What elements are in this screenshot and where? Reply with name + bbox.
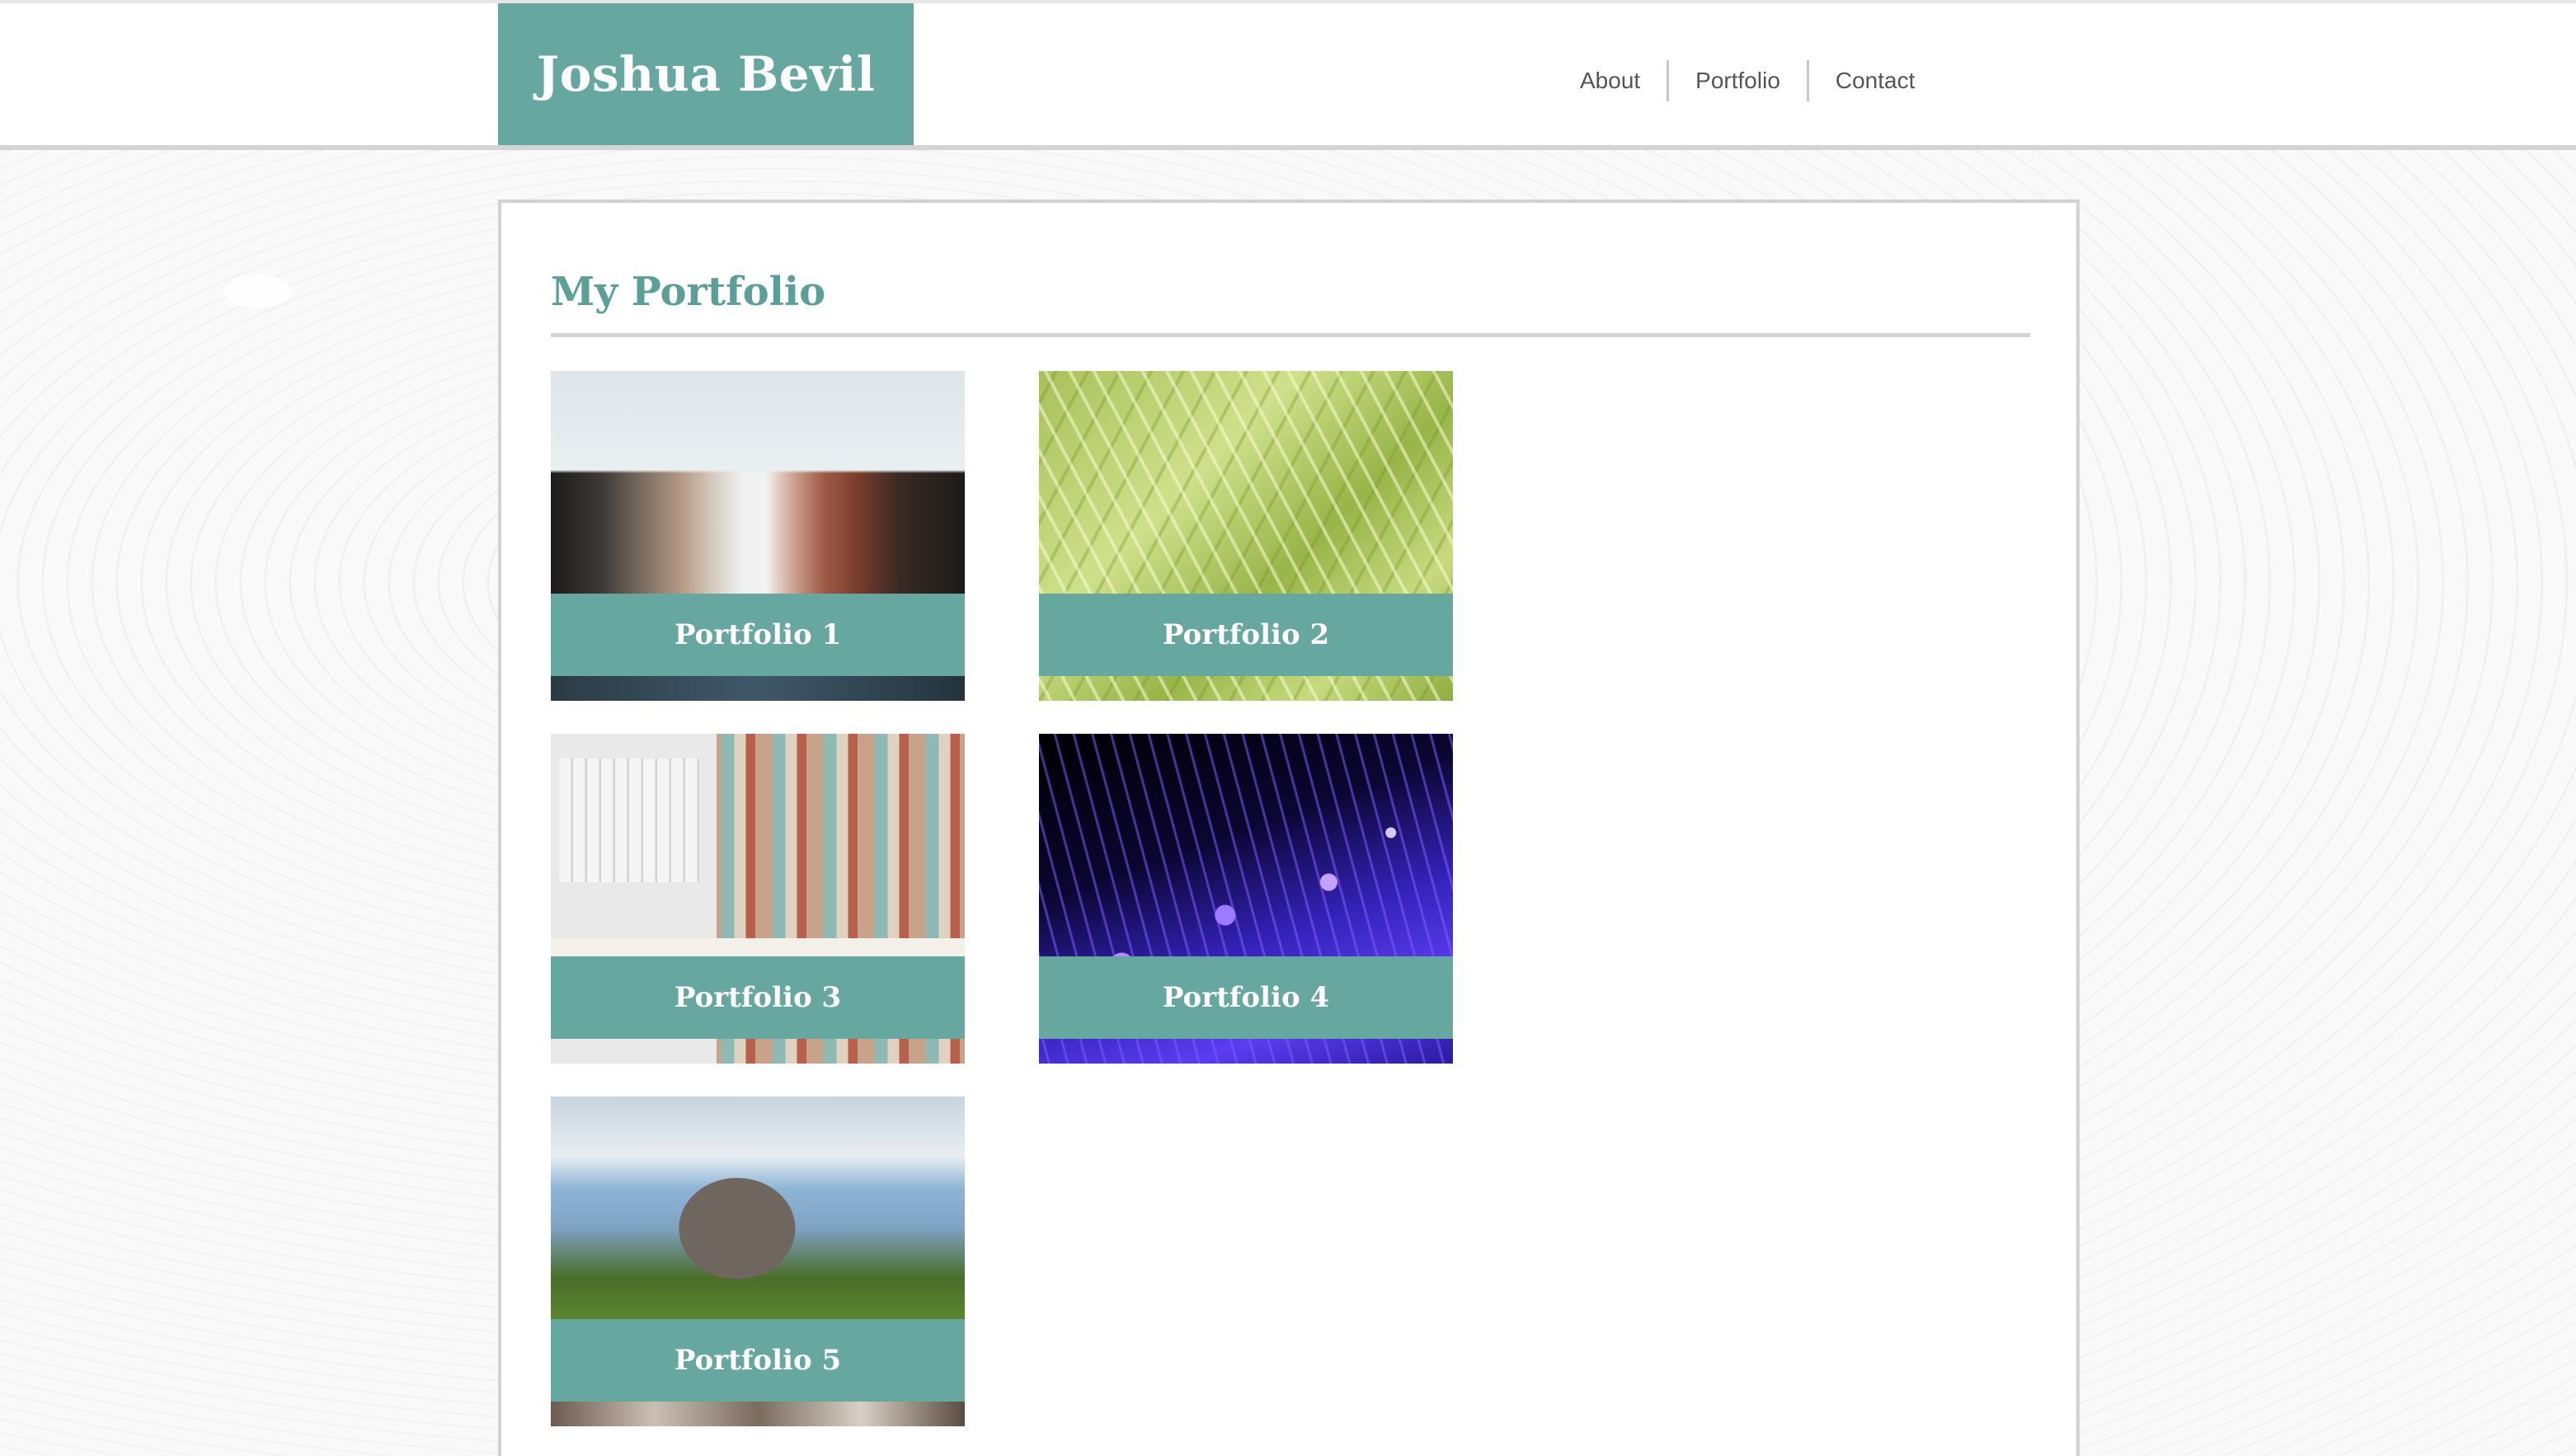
site-logo-title[interactable]: Joshua Bevil [498, 3, 914, 145]
portfolio-tile-label: Portfolio 3 [551, 956, 965, 1039]
portfolio-tile-label: Portfolio 2 [1039, 594, 1453, 676]
portfolio-tile-5[interactable]: Portfolio 5 [551, 1097, 965, 1426]
portfolio-tile-3[interactable]: Portfolio 3 [551, 734, 965, 1064]
portfolio-tile-4[interactable]: Portfolio 4 [1039, 734, 1453, 1064]
page-title: My Portfolio [551, 269, 826, 315]
portfolio-tile-label: Portfolio 1 [551, 594, 965, 676]
portfolio-tile-1[interactable]: Portfolio 1 [551, 371, 965, 701]
header-divider [0, 145, 2576, 150]
nav-item-contact[interactable]: Contact [1809, 59, 1942, 102]
nav-item-portfolio[interactable]: Portfolio [1669, 59, 1807, 102]
main-nav: About Portfolio Contact [1554, 59, 1941, 102]
portfolio-tile-2[interactable]: Portfolio 2 [1039, 371, 1453, 701]
site-header [0, 3, 2576, 145]
title-divider [551, 333, 2030, 337]
portfolio-tile-label: Portfolio 5 [551, 1319, 965, 1402]
nav-item-about[interactable]: About [1554, 59, 1666, 102]
portfolio-tile-label: Portfolio 4 [1039, 956, 1453, 1039]
